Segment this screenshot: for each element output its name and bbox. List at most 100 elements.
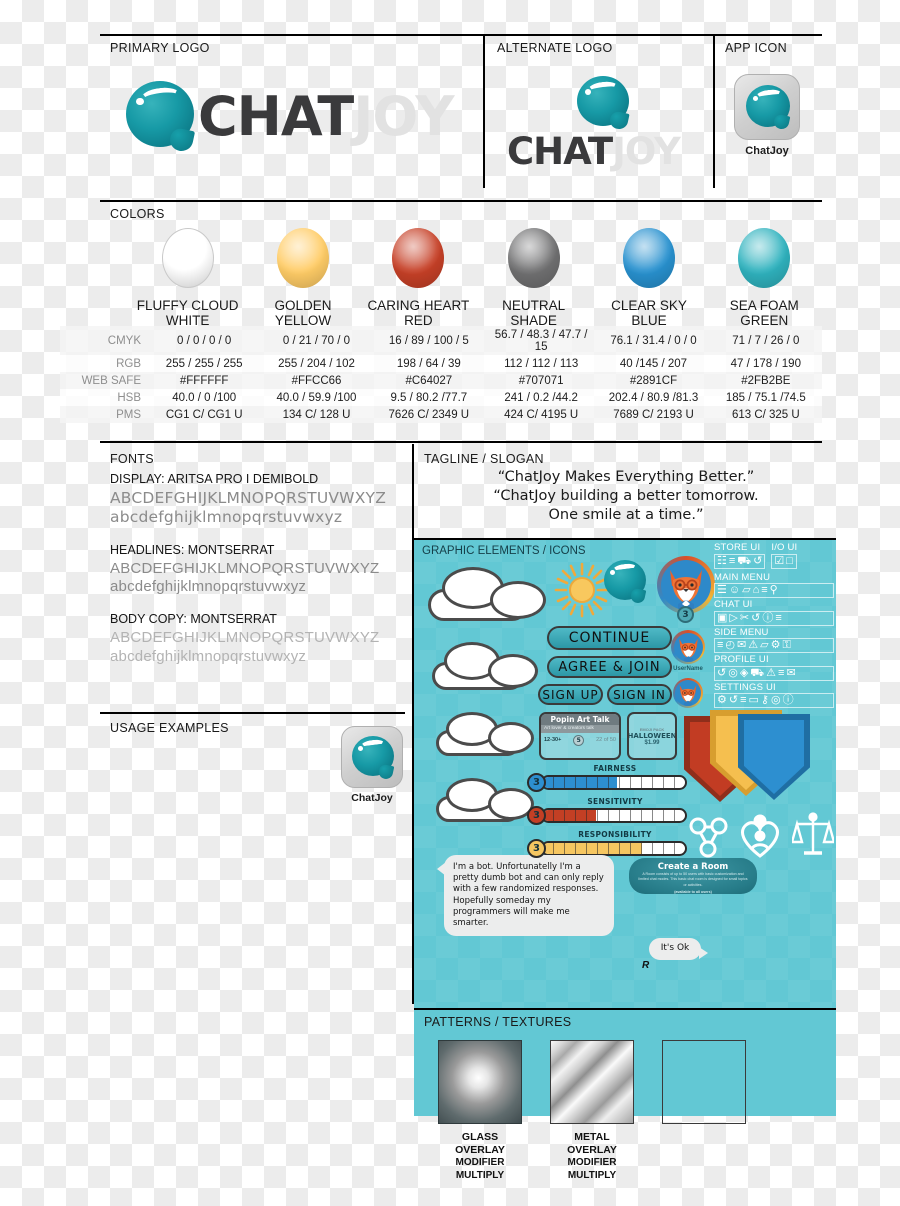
- clock-icon[interactable]: ◴: [725, 640, 735, 651]
- ui-group-label: I/O UI: [771, 542, 798, 553]
- primary-logo: CHATJOY: [120, 78, 470, 158]
- ui-group-label: SETTINGS UI: [714, 681, 776, 693]
- colors-table-cell: 9.5 / 80.2 /77.7: [372, 389, 485, 406]
- usage-app-icon: ChatJoy: [341, 726, 405, 808]
- info-icon[interactable]: ⓘ: [762, 612, 773, 624]
- list-icon[interactable]: ≡: [778, 667, 784, 679]
- colors-table: CMYK 0 / 0 / 0 / 00 / 21 / 70 / 0 16 / 89 …: [60, 326, 822, 423]
- cart-icon[interactable]: ⛟: [750, 667, 764, 679]
- font-spec-block: HEADLINES: MONTSERRAT ABCDEFGHIJKLMNOPQRS…: [110, 543, 410, 597]
- menu-icon[interactable]: ≡: [717, 640, 723, 651]
- avatar-small[interactable]: [673, 678, 703, 708]
- mail-icon[interactable]: ✉: [737, 640, 746, 651]
- ui-icon-groups: STORE UI ☷ ≡ ⛟ ↺ I/O UI ☑ □ MAIN MENU ☰ ☺ ▱ ⌂ ≡ ⚲ CHAT …: [714, 543, 834, 710]
- color-name-line1: FLUFFY CLOUD: [136, 297, 239, 313]
- avatar-small-inner: [675, 680, 701, 706]
- mail-icon[interactable]: ✉: [786, 667, 795, 679]
- usage-examples-label: USAGE EXAMPLES: [110, 721, 229, 735]
- alternate-logo-label: ALTERNATE LOGO: [497, 41, 613, 55]
- store-icon[interactable]: ☷: [717, 555, 727, 567]
- colors-table-cell: #2FB2BE: [709, 372, 822, 389]
- pin-icon[interactable]: ◎: [728, 667, 738, 679]
- continue-button[interactable]: CONTINUE: [547, 626, 672, 650]
- feed-icon[interactable]: ☰: [717, 585, 727, 596]
- tagline-lines: “ChatJoy Makes Everything Better.” “ChatJ…: [420, 468, 832, 525]
- alert-icon[interactable]: ⚠: [766, 667, 776, 679]
- sign-in-button[interactable]: SIGN IN: [607, 684, 672, 705]
- sliders-icon[interactable]: ≡: [775, 612, 781, 624]
- attribute-meter-level: 3: [527, 839, 546, 858]
- usage-icon-caption: ChatJoy: [351, 792, 393, 804]
- refresh-icon[interactable]: ↺: [717, 667, 726, 679]
- color-swatch-cell: CLEAR SKY BLUE: [591, 228, 706, 328]
- color-swatch-name: CARING HEART RED: [367, 298, 469, 328]
- colors-table-cell: 424 C/ 4195 U: [484, 406, 598, 423]
- camera-icon[interactable]: ▣: [717, 612, 727, 624]
- home-icon[interactable]: ⌂: [753, 585, 760, 596]
- avatar-level-badge: 3: [677, 606, 694, 623]
- card-icon[interactable]: ▭: [749, 695, 759, 706]
- info-icon[interactable]: ⓘ: [783, 695, 794, 706]
- pin-icon[interactable]: ◎: [771, 695, 781, 706]
- pattern-cell: [662, 1040, 746, 1190]
- attribute-meter-track: [541, 775, 687, 790]
- colors-table-row: HSB 40.0 / 0 /100 40.0 / 59.9 /100 9.5 / 80…: [60, 389, 822, 406]
- cloud-part: [488, 722, 534, 754]
- colors-table-row: CMYK 0 / 0 / 0 / 00 / 21 / 70 / 0 16 / 89 …: [60, 326, 822, 355]
- sign-in-button-label: SIGN IN: [613, 687, 666, 702]
- folder-icon[interactable]: ▱: [742, 585, 750, 596]
- checkbox-empty-icon[interactable]: □: [786, 555, 793, 567]
- usage-icon-tile[interactable]: [341, 726, 403, 788]
- divider-vertical-appicon: [713, 36, 715, 188]
- video-icon[interactable]: ▷: [729, 612, 737, 624]
- app-icon-tile[interactable]: [734, 74, 800, 140]
- colors-table-cell: 56.7 / 48.3 / 47.7 / 15: [484, 326, 598, 355]
- colors-table-wrap: CMYK 0 / 0 / 0 / 00 / 21 / 70 / 0 16 / 89 …: [60, 326, 822, 423]
- tagline-line: “ChatJoy building a better tomorrow.: [493, 487, 759, 504]
- list-icon[interactable]: ≡: [740, 695, 746, 706]
- attach-icon[interactable]: ✂: [740, 612, 749, 624]
- colors-table-cell: 16 / 89 / 100 / 5: [372, 326, 485, 355]
- search-icon[interactable]: ⚲: [770, 585, 778, 596]
- contacts-icon[interactable]: ☺: [729, 585, 740, 596]
- pattern-blend: MULTIPLY: [455, 1169, 505, 1181]
- cart-icon[interactable]: ⛟: [737, 555, 751, 567]
- attribute-meter-label: FAIRNESS: [593, 764, 637, 773]
- checkbox-checked-icon[interactable]: ☑: [774, 555, 784, 567]
- shields-group: [682, 706, 822, 806]
- agree-join-button[interactable]: AGREE & JOIN: [547, 656, 672, 678]
- sign-up-button[interactable]: SIGN UP: [538, 684, 603, 705]
- colors-table-row: PMS CG1 C/ CG1 U 134 C/ 128 U 7626 C/ 2349 …: [60, 406, 822, 423]
- ui-group-i-o-ui: I/O UI ☑ □: [771, 542, 798, 569]
- colors-table-cell: 255 / 255 / 255: [148, 355, 261, 372]
- ui-group-label: SIDE MENU: [714, 626, 769, 638]
- wordmark-joy: JOY: [353, 85, 454, 148]
- pattern-blend: MULTIPLY: [567, 1169, 617, 1181]
- alert-icon[interactable]: ⚠: [748, 640, 758, 651]
- usage-bubble-gloss: [360, 738, 387, 753]
- list-icon[interactable]: ≡: [761, 585, 767, 596]
- fonts-label: FONTS: [110, 452, 154, 466]
- create-room-card[interactable]: Create a Room A Room consists of up to 5…: [629, 858, 757, 894]
- fonts-list: DISPLAY: ARITSA PRO I DEMIBOLD ABCDEFGHIJ…: [110, 472, 410, 682]
- gear-icon[interactable]: ⚙: [771, 640, 781, 651]
- font-spec-lowercase: abcdefghijklmnopqrstuvwxyz: [110, 578, 307, 596]
- avatar-medium[interactable]: [671, 630, 705, 664]
- colors-table-cell: #FFFFFF: [148, 372, 261, 389]
- popin-art-talk-card[interactable]: Popin Art Talk Art lover & creators talk…: [539, 712, 621, 760]
- lock-icon[interactable]: ⚿: [782, 640, 790, 651]
- refresh-icon[interactable]: ↺: [753, 555, 762, 567]
- sliders-icon[interactable]: ≡: [729, 555, 735, 567]
- refresh-icon[interactable]: ↺: [729, 695, 738, 706]
- alt-wordmark-chat: CHAT: [507, 130, 613, 173]
- key-icon[interactable]: ⚷: [761, 695, 769, 706]
- patterns-label: PATTERNS / TEXTURES: [424, 1015, 572, 1029]
- font-spec-title: HEADLINES: MONTSERRAT: [110, 542, 275, 557]
- refresh-icon[interactable]: ↺: [751, 612, 760, 624]
- avatar-large-inner: [661, 560, 711, 610]
- style-guide-page: PRIMARY LOGO ALTERNATE LOGO APP ICON CHA…: [0, 0, 900, 1206]
- halloween-pack-card[interactable]: EMOJI PACK HALLOWEEN $1.99: [627, 712, 677, 760]
- folder-icon[interactable]: ▱: [760, 640, 768, 651]
- gear-icon[interactable]: ⚙: [717, 695, 727, 706]
- drop-icon[interactable]: ◈: [740, 667, 748, 679]
